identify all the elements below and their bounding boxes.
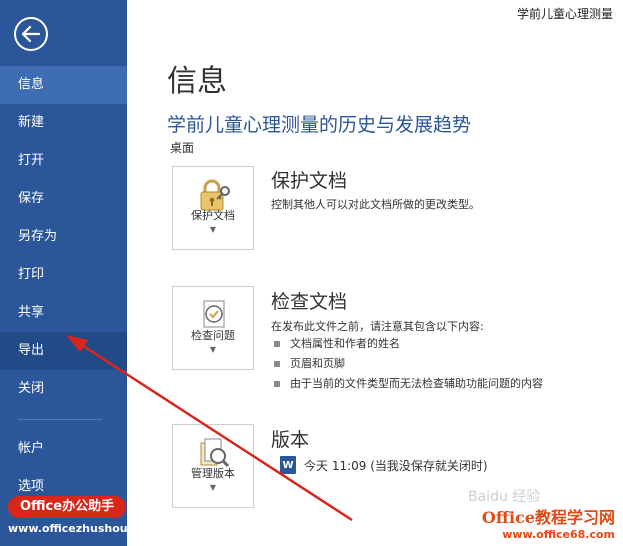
protect-document-tile-label: 保护文档 [191,209,235,222]
inspect-bullet-text: 由于当前的文件类型而无法检查辅助功能问题的内容 [290,377,543,390]
nav-item-save[interactable]: 保存 [0,180,127,218]
watermark-baidu: Baidu 经验 [468,489,541,505]
nav-divider [18,419,102,420]
bullet-icon [274,341,280,347]
nav-item-new[interactable]: 新建 [0,104,127,142]
back-button[interactable] [14,17,48,51]
nav-item-share[interactable]: 共享 [0,294,127,332]
inspect-bullet-item: 文档属性和作者的姓名 [274,335,400,351]
nav-item-open[interactable]: 打开 [0,142,127,180]
watermark-office68: Office教程学习网 www.office68.com [482,504,615,541]
nav-item-print[interactable]: 打印 [0,256,127,294]
inspect-document-heading: 检查文档 [271,291,348,313]
inspect-bullet-text: 文档属性和作者的姓名 [290,337,400,350]
document-location: 桌面 [170,141,195,155]
versions-heading: 版本 [271,429,310,451]
window-title: 学前儿童心理测量 [516,7,613,21]
page-title: 信息 [167,64,227,99]
watermark-url: www.officezhushou.com [8,522,158,535]
manage-versions-button[interactable]: 管理版本 ▼ [172,424,254,508]
protect-document-button[interactable]: 保护文档 ▼ [172,166,254,250]
dropdown-caret-icon: ▼ [209,483,217,492]
watermark-url: www.office68.com [502,528,615,541]
dropdown-caret-icon: ▼ [209,345,217,354]
backstage-sidebar: 信息 新建 打开 保存 另存为 打印 共享 导出 关闭 帐户 选项 [0,0,127,546]
bullet-icon [274,361,280,367]
inspect-document-description: 在发布此文件之前，请注意其包含以下内容: [271,320,484,333]
inspect-bullet-text: 页眉和页脚 [290,357,345,370]
protect-document-description: 控制其他人可以对此文档所做的更改类型。 [271,198,480,211]
inspect-bullet-item: 由于当前的文件类型而无法检查辅助功能问题的内容 [274,375,543,391]
bullet-icon [274,381,280,387]
inspect-bullet-item: 页眉和页脚 [274,355,345,371]
version-entry[interactable]: W 今天 11:09 (当我没保存就关闭时) [280,456,488,474]
nav-item-account[interactable]: 帐户 [0,430,127,468]
dropdown-caret-icon: ▼ [209,225,217,234]
check-for-issues-button[interactable]: 检查问题 ▼ [172,286,254,370]
version-entry-text: 今天 11:09 (当我没保存就关闭时) [304,458,488,473]
nav-item-export[interactable]: 导出 [0,332,127,370]
watermark-badge: Office办公助手 [8,496,127,518]
word-document-icon: W [280,456,296,474]
document-title: 学前儿童心理测量的历史与发展趋势 [167,114,472,136]
watermark-brand: Office教程学习网 [481,508,615,527]
nav-item-save-as[interactable]: 另存为 [0,218,127,256]
watermark-office-assistant: Office办公助手 www.officezhushou.com [8,496,163,540]
nav-item-info[interactable]: 信息 [0,66,127,104]
manage-versions-tile-label: 管理版本 [191,467,235,480]
protect-document-heading: 保护文档 [271,170,348,192]
back-arrow-icon [22,26,40,42]
nav-item-close[interactable]: 关闭 [0,370,127,408]
check-for-issues-tile-label: 检查问题 [191,329,235,342]
